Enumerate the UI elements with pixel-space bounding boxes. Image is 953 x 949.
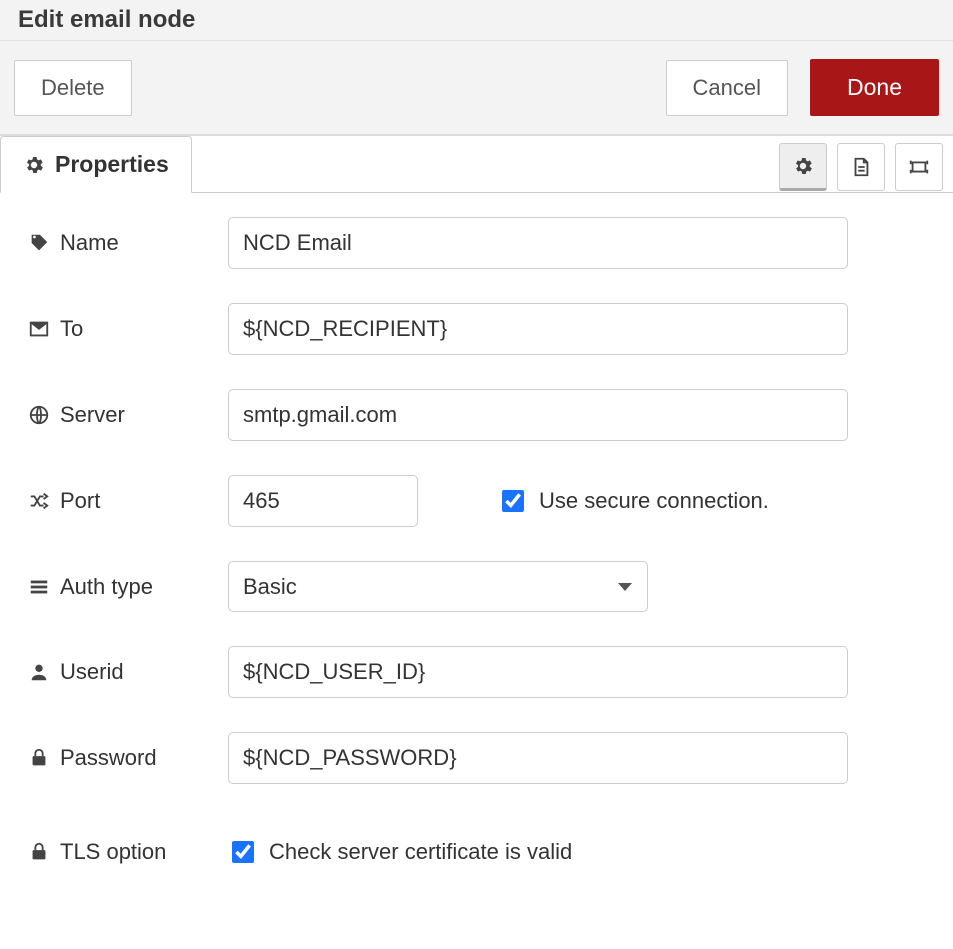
secure-checkbox[interactable] xyxy=(502,490,524,512)
userid-input[interactable] xyxy=(228,646,848,698)
form-area: Name To Server Port xyxy=(0,193,953,908)
gear-icon xyxy=(23,154,45,176)
label-server: Server xyxy=(28,402,228,428)
tag-icon xyxy=(28,232,50,254)
tab-icon-buttons xyxy=(779,136,949,192)
layout-icon xyxy=(908,156,930,178)
authtype-select[interactable]: Basic xyxy=(228,561,648,612)
gear-icon xyxy=(792,155,814,177)
name-input[interactable] xyxy=(228,217,848,269)
row-port: Port Use secure connection. xyxy=(28,475,925,527)
row-server: Server xyxy=(28,389,925,441)
secure-label: Use secure connection. xyxy=(539,488,769,514)
user-icon xyxy=(28,661,50,683)
header-bar: Edit email node xyxy=(0,0,953,41)
button-row: Delete Cancel Done xyxy=(0,41,953,136)
label-userid: Userid xyxy=(28,659,228,685)
port-input[interactable] xyxy=(228,475,418,527)
row-userid: Userid xyxy=(28,646,925,698)
tls-checkbox[interactable] xyxy=(232,841,254,863)
label-tls: TLS option xyxy=(28,839,228,865)
lock-icon xyxy=(28,841,50,863)
appearance-tab-button[interactable] xyxy=(895,143,943,191)
tls-check-option[interactable]: Check server certificate is valid xyxy=(228,838,572,866)
globe-icon xyxy=(28,404,50,426)
row-password: Password xyxy=(28,732,925,784)
document-icon xyxy=(850,156,872,178)
label-name: Name xyxy=(28,230,228,256)
label-to: To xyxy=(28,316,228,342)
bars-icon xyxy=(28,576,50,598)
lock-icon xyxy=(28,747,50,769)
server-input[interactable] xyxy=(228,389,848,441)
row-to: To xyxy=(28,303,925,355)
label-password: Password xyxy=(28,745,228,771)
settings-tab-button[interactable] xyxy=(779,143,827,191)
password-input[interactable] xyxy=(228,732,848,784)
row-name: Name xyxy=(28,217,925,269)
label-port: Port xyxy=(28,488,228,514)
page-title: Edit email node xyxy=(18,6,195,33)
tab-label: Properties xyxy=(55,151,169,178)
row-tls: TLS option Check server certificate is v… xyxy=(28,838,925,866)
envelope-icon xyxy=(28,318,50,340)
cancel-button[interactable]: Cancel xyxy=(666,60,788,116)
done-button[interactable]: Done xyxy=(810,59,939,116)
delete-button[interactable]: Delete xyxy=(14,60,132,116)
row-authtype: Auth type Basic xyxy=(28,561,925,612)
shuffle-icon xyxy=(28,490,50,512)
to-input[interactable] xyxy=(228,303,848,355)
tls-check-label: Check server certificate is valid xyxy=(269,839,572,865)
tab-row: Properties xyxy=(0,136,953,193)
description-tab-button[interactable] xyxy=(837,143,885,191)
tab-properties[interactable]: Properties xyxy=(0,136,192,193)
label-authtype: Auth type xyxy=(28,574,228,600)
secure-connection-option[interactable]: Use secure connection. xyxy=(498,487,769,515)
